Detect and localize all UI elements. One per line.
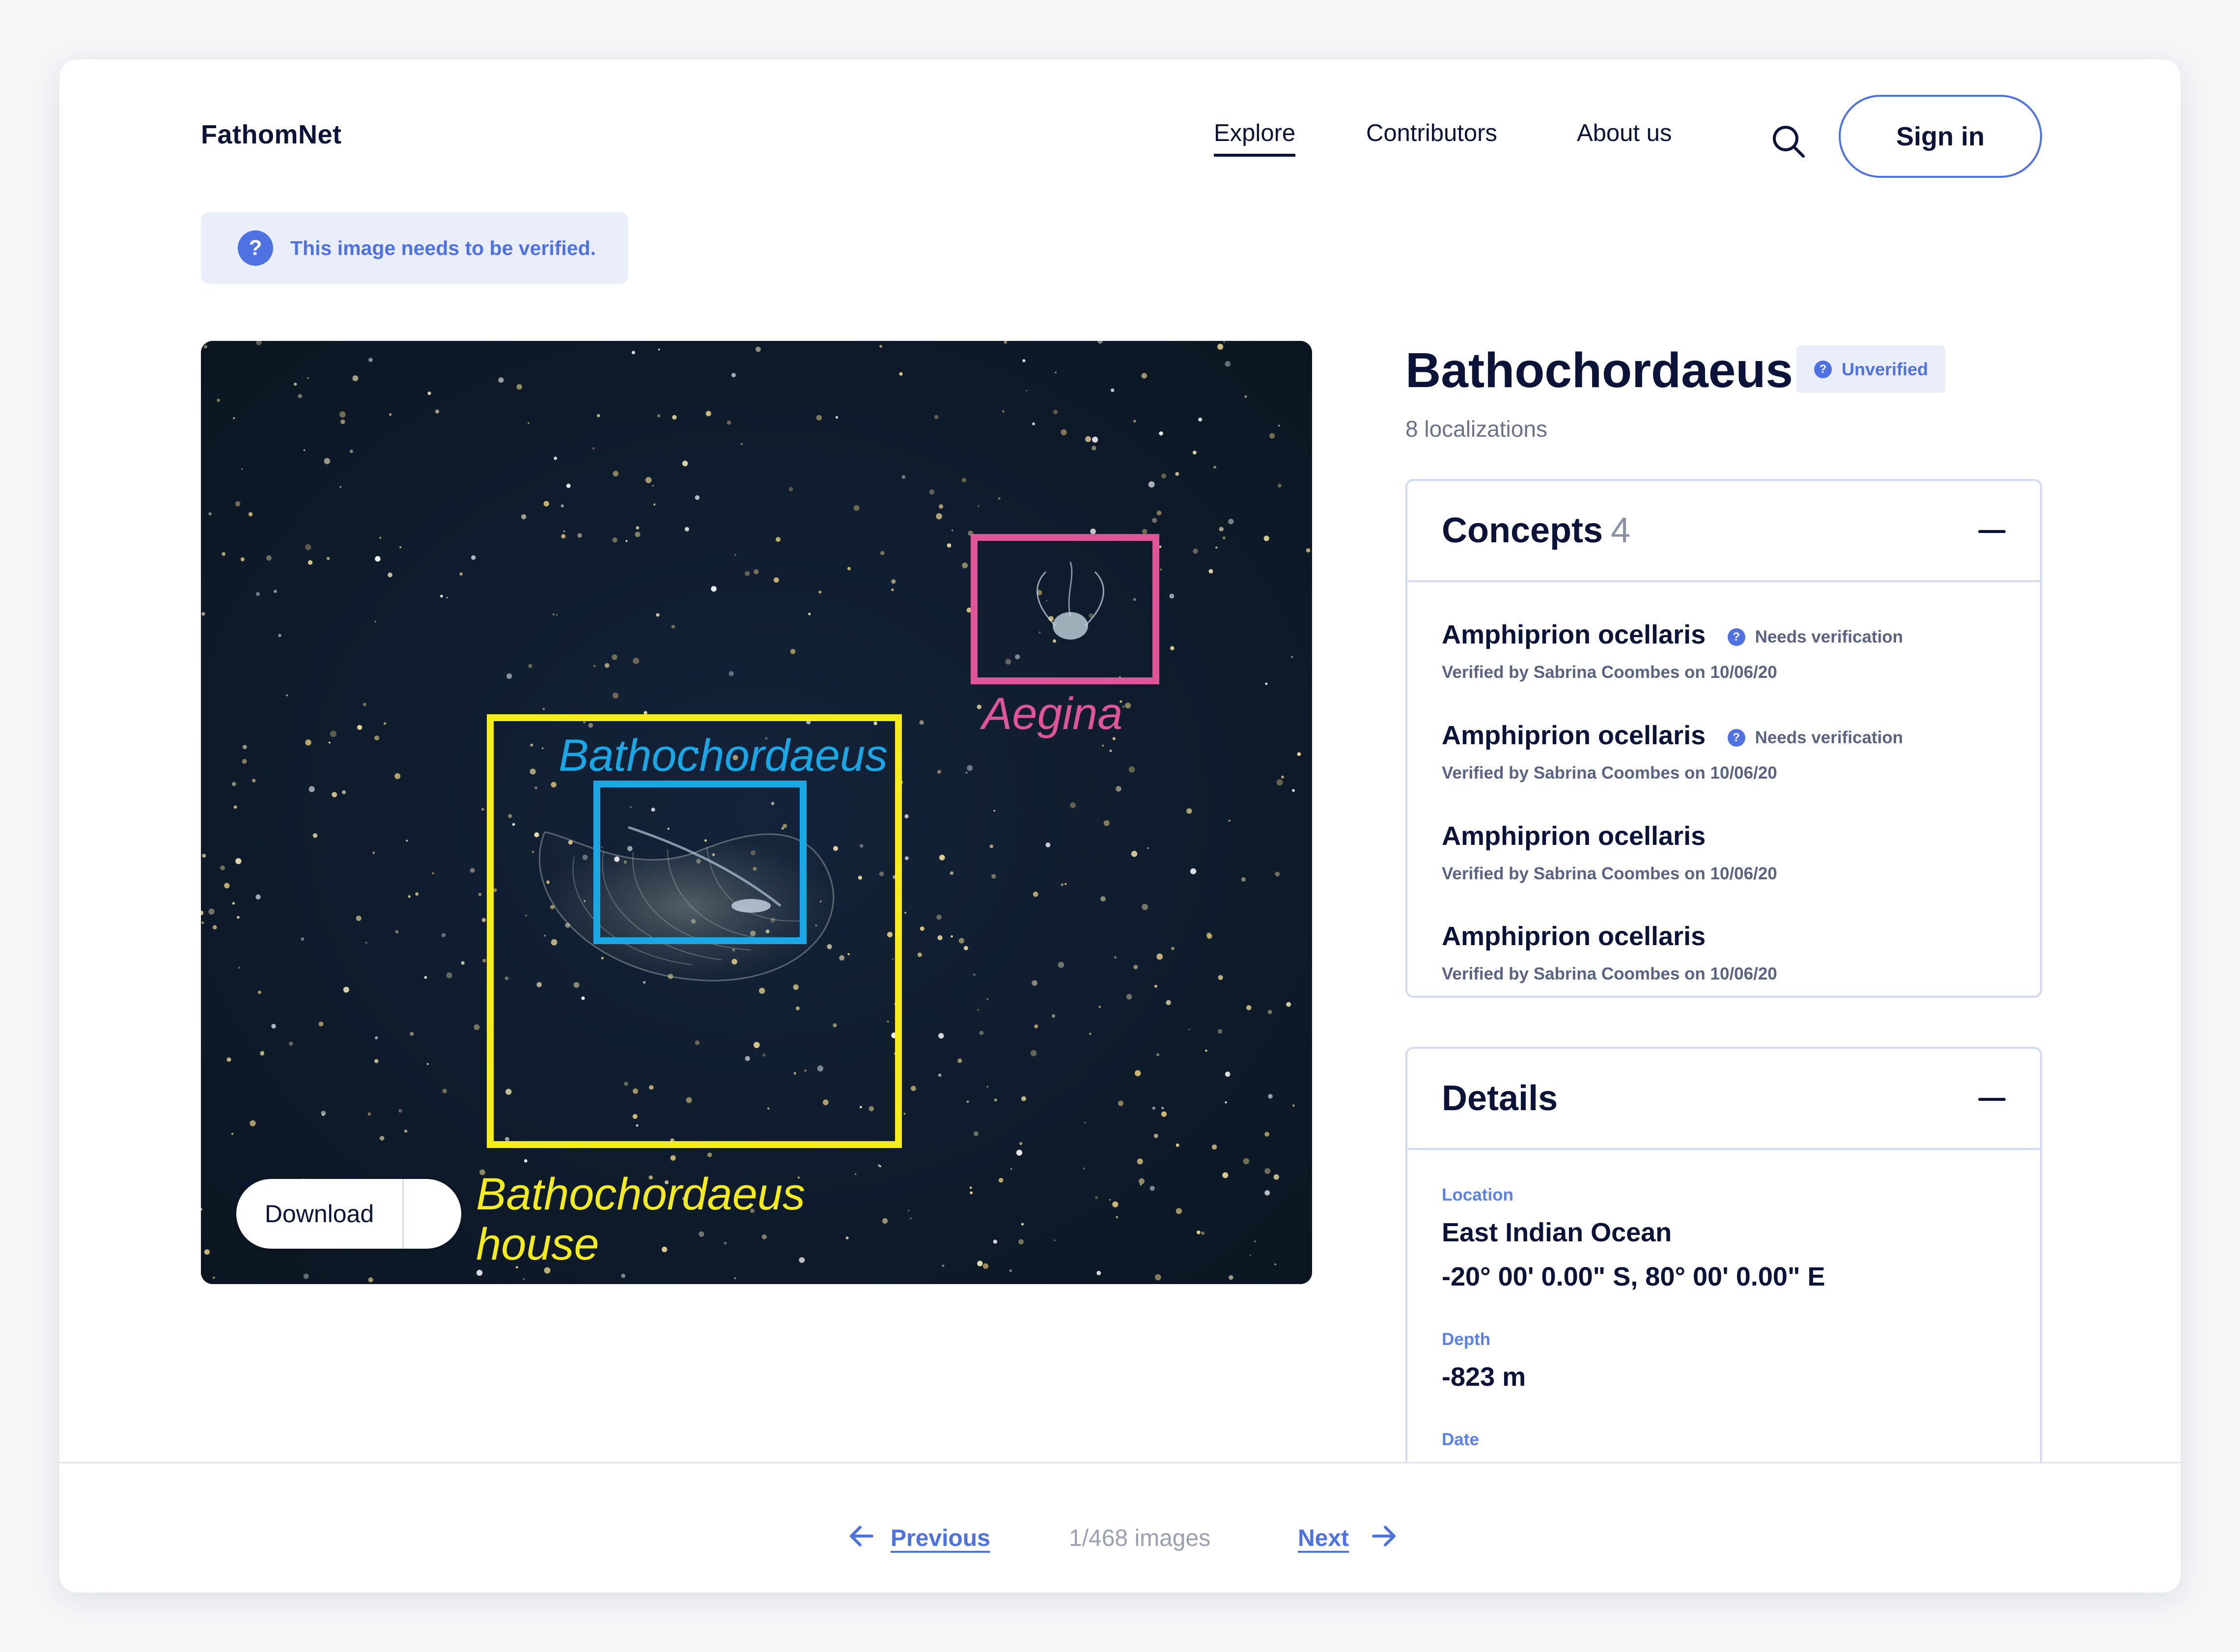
download-button[interactable]: Download (236, 1200, 402, 1228)
collapse-concepts-button[interactable] (1978, 523, 2006, 540)
download-options-button[interactable] (237, 1179, 461, 1249)
sign-in-button[interactable]: Sign in (1839, 95, 2042, 178)
aegina-label: Aegina (980, 689, 1122, 739)
download-control: Download (236, 1179, 461, 1249)
arrow-right-icon[interactable] (1369, 1521, 1398, 1551)
house-label-line1: Bathochordaeus (476, 1169, 805, 1219)
date-label: Date (1442, 1430, 1479, 1449)
status-badge: ? Unverified (1796, 345, 1945, 393)
localizations-count: 8 localizations (1405, 416, 1547, 442)
brand-logo[interactable]: FathomNet (201, 119, 342, 150)
concept-name[interactable]: Amphiprion ocellaris (1442, 921, 1706, 952)
concepts-panel: Concepts 4 Amphiprion ocellaris ? Needs … (1405, 479, 2042, 998)
search-icon[interactable] (1769, 122, 1808, 161)
details-header: Details (1407, 1049, 2040, 1150)
concept-name[interactable]: Amphiprion ocellaris (1442, 619, 1706, 650)
depth-value: -823 m (1442, 1362, 1526, 1392)
annotated-image: Aegina Bathochordaeus Bathochordaeus hou… (201, 341, 1312, 1284)
pager-count: 1/468 images (1069, 1525, 1211, 1551)
concept-item: Amphiprion ocellaris ? Needs verificatio… (1442, 619, 1903, 682)
concepts-title: Concepts (1442, 511, 1603, 550)
concept-verified-by: Verified by Sabrina Coombes on 10/06/20 (1442, 964, 1777, 983)
question-icon: ? (238, 230, 273, 266)
pager-footer: Previous 1/468 images Next (59, 1462, 2181, 1593)
location-name: East Indian Ocean (1442, 1218, 1672, 1247)
image-canvas: Aegina Bathochordaeus Bathochordaeus hou… (201, 341, 1312, 1284)
previous-link[interactable]: Previous (891, 1525, 990, 1552)
nav-about-us[interactable]: About us (1577, 119, 1672, 147)
concept-name[interactable]: Amphiprion ocellaris (1442, 720, 1706, 751)
question-icon: ? (1814, 360, 1832, 378)
banner-text: This image needs to be verified. (290, 236, 596, 259)
next-link[interactable]: Next (1298, 1525, 1349, 1552)
location-label: Location (1442, 1185, 1513, 1204)
concept-item: Amphiprion ocellaris Verified by Sabrina… (1442, 921, 1777, 984)
concepts-header: Concepts 4 (1407, 481, 2040, 582)
chevron-down-icon (237, 1179, 252, 1188)
needs-verification-flag: ? Needs verification (1727, 728, 1904, 748)
concept-verified-by: Verified by Sabrina Coombes on 10/06/20 (1442, 864, 1777, 883)
needs-verification-flag: ? Needs verification (1727, 627, 1904, 647)
location-coordinates: -20° 00' 0.00" S, 80° 00' 0.00" E (1442, 1262, 1825, 1291)
concept-item: Amphiprion ocellaris Verified by Sabrina… (1442, 821, 1777, 884)
concept-verified-by: Verified by Sabrina Coombes on 10/06/20 (1442, 663, 1777, 682)
arrow-left-icon[interactable] (847, 1521, 877, 1551)
concept-item: Amphiprion ocellaris ? Needs verificatio… (1442, 720, 1903, 783)
page-card: FathomNet Explore Contributors About us … (59, 59, 2181, 1593)
house-label-line2: house (476, 1219, 599, 1269)
concepts-count: 4 (1611, 511, 1631, 550)
depth-label: Depth (1442, 1330, 1491, 1349)
concept-verified-by: Verified by Sabrina Coombes on 10/06/20 (1442, 763, 1777, 783)
nav-explore[interactable]: Explore (1214, 119, 1296, 157)
question-icon: ? (1727, 729, 1745, 747)
status-badge-label: Unverified (1842, 359, 1929, 379)
concept-name[interactable]: Amphiprion ocellaris (1442, 821, 1706, 851)
bathochordaeus-label: Bathochordaeus (559, 730, 888, 781)
nav-contributors[interactable]: Contributors (1366, 119, 1497, 147)
needs-verification-label: Needs verification (1755, 728, 1904, 747)
details-title: Details (1442, 1079, 1558, 1118)
question-icon: ? (1727, 628, 1745, 646)
needs-verification-label: Needs verification (1755, 627, 1904, 646)
collapse-details-button[interactable] (1978, 1091, 2006, 1108)
verification-banner: ? This image needs to be verified. (201, 212, 628, 284)
species-title: Bathochordaeus (1405, 343, 1793, 398)
